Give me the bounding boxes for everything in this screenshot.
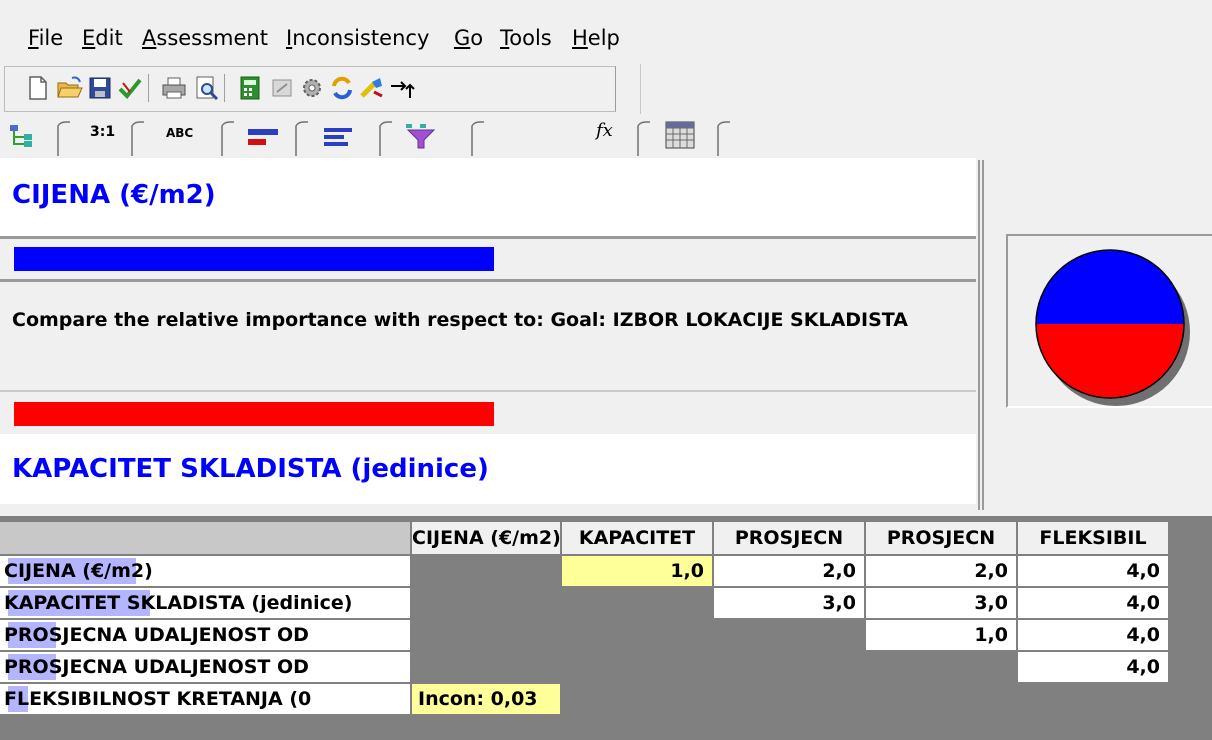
menu-inconsistency[interactable]: Inconsistency: [286, 26, 429, 50]
bottom-element-panel: KAPACITET SKLADISTA (jedinice): [0, 434, 976, 504]
save-icon[interactable]: [86, 74, 114, 102]
top-bar-panel: [0, 239, 976, 279]
matrix-cell: [412, 556, 560, 586]
checkmark-icon[interactable]: [116, 74, 144, 102]
tree-icon[interactable]: [8, 122, 38, 150]
tab-strip: 3:1 ABC fx: [0, 114, 1212, 158]
matrix-cell: [866, 652, 1016, 682]
matrix-cell: [1018, 684, 1168, 714]
funnel-icon[interactable]: [402, 122, 442, 150]
matrix-cell[interactable]: 4,0: [1018, 652, 1168, 682]
column-header[interactable]: FLEKSIBIL: [1018, 522, 1168, 554]
menu-bar: File Edit Assessment Inconsistency Go To…: [0, 0, 1212, 64]
matrix-cell[interactable]: 3,0: [714, 588, 864, 618]
arrow-up-icon[interactable]: [388, 74, 416, 102]
matrix-cell[interactable]: 4,0: [1018, 620, 1168, 650]
matrix-cell[interactable]: 3,0: [866, 588, 1016, 618]
column-header[interactable]: PROSJECN: [866, 522, 1016, 554]
matrix-cell: [714, 620, 864, 650]
matrix-icon[interactable]: [664, 120, 698, 150]
bottom-element-bar[interactable]: [14, 402, 494, 426]
matrix-cell[interactable]: 1,0: [866, 620, 1016, 650]
refresh-icon[interactable]: [328, 74, 356, 102]
bottom-bar-panel: [0, 390, 976, 434]
menu-help[interactable]: Help: [572, 26, 620, 50]
comparison-matrix: CIJENA (€/m2) KAPACITET PROSJECN PROSJEC…: [0, 516, 1212, 740]
pie-top-slice: [1036, 250, 1184, 324]
tab-verbal[interactable]: ABC: [166, 126, 193, 140]
matrix-corner: [0, 522, 410, 554]
menu-file[interactable]: File: [28, 26, 63, 50]
column-header[interactable]: PROSJECN: [714, 522, 864, 554]
tab-numerical[interactable]: 3:1: [90, 124, 115, 140]
menu-go[interactable]: Go: [454, 26, 483, 50]
matrix-cell[interactable]: 2,0: [866, 556, 1016, 586]
toolbar-separator: [224, 74, 225, 102]
matrix-cell[interactable]: 2,0: [714, 556, 864, 586]
panel-splitter[interactable]: [978, 160, 984, 510]
top-element-panel: CIJENA (€/m2): [0, 158, 976, 236]
matrix-cell[interactable]: 4,0: [1018, 556, 1168, 586]
print-preview-icon[interactable]: [192, 74, 220, 102]
question-panel: Compare the relative importance with res…: [0, 282, 976, 390]
menu-assessment[interactable]: Assessment: [142, 26, 268, 50]
open-folder-icon[interactable]: [56, 74, 84, 102]
toolbar-divider: [640, 64, 641, 114]
matrix-cell: [714, 652, 864, 682]
matrix-cell: [562, 588, 712, 618]
column-header[interactable]: KAPACITET: [562, 522, 712, 554]
graphical-bars-icon[interactable]: [246, 126, 282, 148]
matrix-cell: [412, 620, 560, 650]
matrix-cell[interactable]: 4,0: [1018, 588, 1168, 618]
calculator-icon[interactable]: [236, 74, 264, 102]
tools-icon[interactable]: [358, 74, 386, 102]
inconsistency-icon[interactable]: [268, 74, 296, 102]
top-element-bar[interactable]: [14, 247, 494, 271]
tab-formula[interactable]: fx: [596, 120, 613, 141]
menu-tools[interactable]: Tools: [500, 26, 552, 50]
top-element-title: CIJENA (€/m2): [12, 180, 216, 210]
comparison-question: Compare the relative importance with res…: [12, 309, 908, 331]
column-header[interactable]: CIJENA (€/m2): [412, 522, 560, 554]
bottom-element-title: KAPACITET SKLADISTA (jedinice): [12, 454, 489, 484]
matrix-cell: [562, 620, 712, 650]
matrix-cell: [412, 588, 560, 618]
row-label[interactable]: FLEKSIBILNOST KRETANJA (0: [0, 684, 410, 714]
pie-chart: [1035, 249, 1190, 406]
row-label[interactable]: KAPACITET SKLADISTA (jedinice): [0, 588, 410, 618]
row-label[interactable]: PROSJECNA UDALJENOST OD: [0, 620, 410, 650]
row-label[interactable]: CIJENA (€/m2): [0, 556, 410, 586]
matrix-cell: [562, 684, 712, 714]
print-icon[interactable]: [160, 74, 188, 102]
toolbar: [0, 64, 1212, 114]
matrix-cell-selected[interactable]: 1,0: [562, 556, 712, 586]
pie-panel: [1006, 234, 1212, 408]
matrix-cell: [562, 652, 712, 682]
matrix-cell: [866, 684, 1016, 714]
gear-icon[interactable]: [298, 74, 326, 102]
new-document-icon[interactable]: [24, 74, 52, 102]
menu-edit[interactable]: Edit: [82, 26, 123, 50]
toolbar-separator: [148, 74, 149, 102]
inconsistency-value: Incon: 0,03: [412, 684, 560, 714]
matrix-cell: [714, 684, 864, 714]
matrix-cell: [412, 652, 560, 682]
verbal-bars-icon[interactable]: [322, 126, 358, 148]
row-label[interactable]: PROSJECNA UDALJENOST OD: [0, 652, 410, 682]
